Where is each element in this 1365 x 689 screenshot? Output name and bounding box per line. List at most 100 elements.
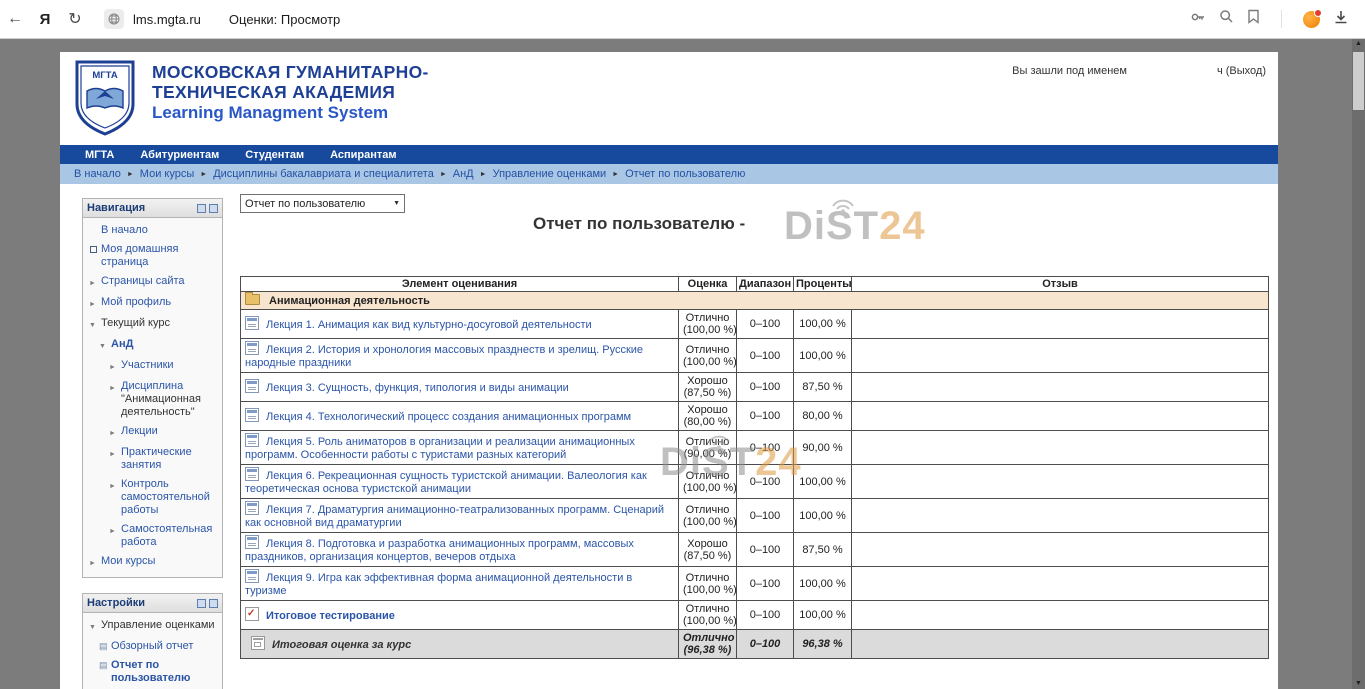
nav-link[interactable]: Мой профиль [101, 296, 171, 308]
nav-link[interactable]: Дисциплина [121, 380, 183, 392]
item-link[interactable]: Лекция 1. Анимация как вид культурно-дос… [266, 319, 592, 331]
item-link[interactable]: Лекция 3. Сущность, функция, типология и… [266, 382, 569, 394]
password-manager-icon[interactable] [1190, 9, 1206, 30]
report-doc-icon: ▤ [99, 640, 111, 653]
scrollbar-thumb[interactable] [1353, 52, 1364, 110]
scroll-down-icon[interactable]: ▼ [1352, 680, 1365, 687]
feedback-cell [852, 373, 1269, 402]
extensions-icon[interactable] [1303, 11, 1320, 28]
range-cell: 0–100 [737, 567, 794, 601]
nav-item[interactable]: ►Участники [83, 356, 222, 377]
dock-block-icon[interactable] [197, 599, 206, 608]
grade-row: Итоговое тестированиеОтлично(100,00 %)0–… [241, 601, 1269, 630]
nav-item[interactable]: ►Дисциплина "Анимационная деятельность" [83, 377, 222, 422]
nav-item[interactable]: ►Мой профиль [83, 293, 222, 314]
tree-expanded-icon: ▼ [99, 338, 111, 353]
grade-cell: Хорошо(87,50 %) [679, 373, 737, 402]
breadcrumb-link[interactable]: Отчет по пользователю [625, 168, 745, 180]
toolbar-actions [1190, 9, 1365, 30]
nav-item[interactable]: ►Самостоятельная работа [83, 520, 222, 552]
percentage-cell: 100,00 % [794, 499, 852, 533]
address-bar[interactable]: lms.mgta.ru Оценки: Просмотр [104, 9, 340, 29]
breadcrumb-link[interactable]: В начало [74, 168, 121, 180]
back-button[interactable]: ← [0, 10, 30, 28]
dock-block-icon[interactable] [197, 204, 206, 213]
grade-row: Лекция 8. Подготовка и разработка анимац… [241, 533, 1269, 567]
nav-label: Мой профиль [101, 296, 218, 309]
nav-item[interactable]: В начало [83, 221, 222, 240]
nav-link[interactable]: Практические занятия [121, 446, 192, 471]
lesson-icon [245, 408, 259, 422]
report-title: Отчет по пользователю - [533, 214, 745, 234]
nav-link[interactable]: Моя домашняя страница [101, 243, 178, 268]
report-select[interactable]: Отчет по пользователю ▼ [240, 194, 405, 213]
search-icon[interactable] [1219, 9, 1234, 29]
settings-link[interactable]: Обзорный отчет [111, 640, 193, 652]
folder-icon [245, 294, 260, 305]
nav-item[interactable]: ►Лекции [83, 422, 222, 443]
navigation-items: В начало Моя домашняя страница ►Страницы с… [83, 218, 222, 577]
breadcrumb-link[interactable]: АнД [453, 168, 474, 180]
nav-link[interactable]: Участники [121, 359, 174, 371]
lesson-icon [245, 341, 259, 355]
collapse-block-icon[interactable] [209, 599, 218, 608]
item-link[interactable]: Итоговое тестирование [266, 610, 395, 622]
login-info: Вы зашли под именем ч (Выход) [1012, 65, 1266, 77]
grade-percent: (100,00 %) [683, 356, 732, 368]
nav-item[interactable]: ►Контроль самостоятельной работы [83, 475, 222, 520]
download-icon[interactable] [1333, 9, 1349, 30]
settings-item[interactable]: ▤Обзорный отчет [83, 637, 222, 656]
settings-link[interactable]: Отчет по пользователю [111, 659, 190, 684]
grade-percent: (100,00 %) [683, 584, 732, 596]
grade-row: Лекция 4. Технологический процесс создан… [241, 402, 1269, 431]
breadcrumb-link[interactable]: Мои курсы [140, 168, 194, 180]
item-link[interactable]: Лекция 8. Подготовка и разработка анимац… [245, 538, 634, 563]
item-link[interactable]: Лекция 6. Рекреационная сущность туристс… [245, 470, 647, 495]
collapse-block-icon[interactable] [209, 204, 218, 213]
nav-item[interactable]: Моя домашняя страница [83, 240, 222, 272]
nav-link[interactable]: Лекции [121, 425, 158, 437]
bookmark-icon[interactable] [1247, 9, 1260, 29]
menu-item-3[interactable]: Студентам [245, 149, 304, 161]
nav-label: Участники [121, 359, 218, 372]
percentage-cell: 100,00 % [794, 465, 852, 499]
course-total-row: Итоговая оценка за курсОтлично(96,38 %)0… [241, 630, 1269, 659]
yandex-button[interactable]: Я [30, 11, 60, 28]
item-name-cell: Лекция 4. Технологический процесс создан… [241, 402, 679, 431]
top-menu: МГТА Абитуриентам Студентам Аспирантам [60, 145, 1278, 164]
scrollbar[interactable]: ▲ ▼ [1352, 38, 1365, 689]
settings-item[interactable]: ▤Отчет по пользователю [83, 656, 222, 688]
nav-link[interactable]: АнД [111, 338, 133, 350]
nav-link[interactable]: В начало [101, 224, 148, 236]
menu-item-1[interactable]: МГТА [85, 149, 114, 161]
breadcrumb-link[interactable]: Дисциплины бакалавриата и специалитета [213, 168, 434, 180]
academy-title-line2: ТЕХНИЧЕСКАЯ АКАДЕМИЯ [152, 82, 429, 102]
item-link[interactable]: Лекция 4. Технологический процесс создан… [266, 411, 631, 423]
item-link[interactable]: Лекция 2. История и хронология массовых … [245, 344, 643, 369]
logout-link[interactable]: ч (Выход) [1217, 65, 1266, 77]
nav-item[interactable]: ►Практические занятия [83, 443, 222, 475]
item-link[interactable]: Лекция 7. Драматургия анимационно-театра… [245, 504, 664, 529]
grade-label: Отлично [683, 603, 732, 615]
breadcrumb-separator-icon: ► [612, 171, 619, 178]
grade-percent: (100,00 %) [683, 324, 732, 336]
percentage-cell: 87,50 % [794, 373, 852, 402]
site-globe-icon [104, 9, 124, 29]
nav-item[interactable]: ▼АнД [83, 335, 222, 356]
nav-item[interactable]: ►Страницы сайта [83, 272, 222, 293]
item-link[interactable]: Лекция 5. Роль аниматоров в организации … [245, 436, 635, 461]
nav-link[interactable]: Контроль самостоятельной работы [121, 478, 210, 516]
scroll-up-icon[interactable]: ▲ [1352, 40, 1365, 47]
nav-link[interactable]: Самостоятельная работа [121, 523, 212, 548]
logo-text: МГТА [92, 70, 118, 81]
breadcrumb-link[interactable]: Управление оценками [493, 168, 607, 180]
nav-link[interactable]: Мои курсы [101, 555, 155, 567]
report-select-value: Отчет по пользователю [245, 198, 365, 210]
menu-item-2[interactable]: Абитуриентам [140, 149, 219, 161]
item-name-cell: Лекция 6. Рекреационная сущность туристс… [241, 465, 679, 499]
menu-item-4[interactable]: Аспирантам [330, 149, 396, 161]
refresh-button[interactable]: ↻ [60, 9, 90, 29]
nav-item[interactable]: ►Мои курсы [83, 552, 222, 573]
item-link[interactable]: Лекция 9. Игра как эффективная форма ани… [245, 572, 632, 597]
nav-link[interactable]: Страницы сайта [101, 275, 185, 287]
